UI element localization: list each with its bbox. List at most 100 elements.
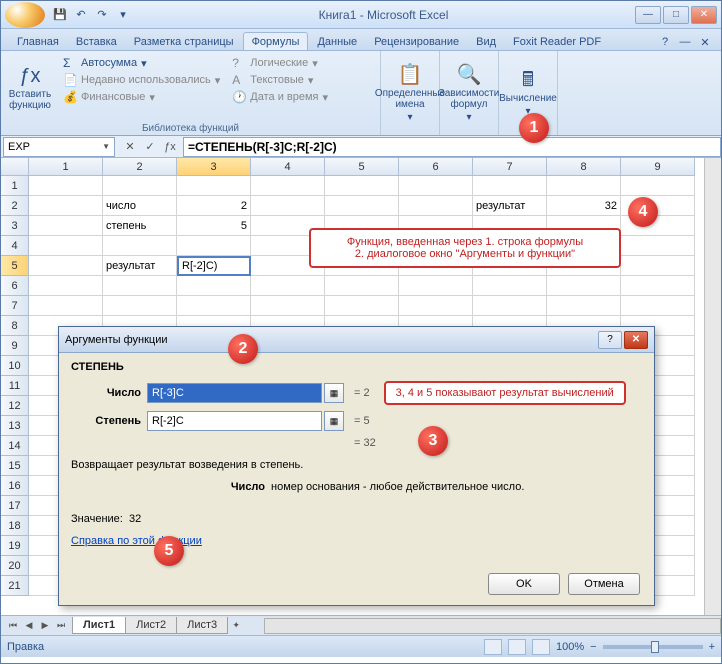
row-header[interactable]: 15 — [1, 456, 29, 476]
col-header[interactable]: 8 — [547, 158, 621, 176]
zoom-out-icon[interactable]: − — [590, 641, 596, 653]
col-header[interactable]: 4 — [251, 158, 325, 176]
cell[interactable] — [103, 236, 177, 256]
close-button[interactable]: ✕ — [691, 6, 717, 24]
cell[interactable] — [621, 176, 695, 196]
row-header[interactable]: 21 — [1, 576, 29, 596]
tab-foxit[interactable]: Foxit Reader PDF — [505, 33, 609, 50]
cell[interactable] — [103, 176, 177, 196]
prev-sheet-icon[interactable]: ◀ — [21, 618, 37, 634]
row-header[interactable]: 14 — [1, 436, 29, 456]
cell[interactable] — [325, 196, 399, 216]
row-header[interactable]: 11 — [1, 376, 29, 396]
cell[interactable] — [177, 236, 251, 256]
col-header[interactable]: 5 — [325, 158, 399, 176]
cell[interactable] — [399, 276, 473, 296]
qat-dropdown-icon[interactable]: ▾ — [114, 6, 132, 24]
cell[interactable]: результат — [103, 256, 177, 276]
cell[interactable] — [29, 196, 103, 216]
enter-edit-icon[interactable]: ✓ — [141, 138, 159, 156]
cell[interactable] — [399, 296, 473, 316]
page-layout-view-icon[interactable] — [508, 639, 526, 655]
name-box[interactable]: EXP▼ — [3, 137, 115, 157]
cell[interactable] — [29, 176, 103, 196]
dialog-help-button[interactable]: ? — [598, 331, 622, 349]
col-header[interactable]: 3 — [177, 158, 251, 176]
save-icon[interactable]: 💾 — [51, 6, 69, 24]
cell[interactable] — [547, 176, 621, 196]
normal-view-icon[interactable] — [484, 639, 502, 655]
cell[interactable] — [29, 296, 103, 316]
undo-icon[interactable]: ↶ — [72, 6, 90, 24]
cell[interactable]: 2 — [177, 196, 251, 216]
cancel-edit-icon[interactable]: ✕ — [121, 138, 139, 156]
cell[interactable] — [473, 176, 547, 196]
logical-button[interactable]: ?Логические ▾ — [228, 55, 332, 71]
cell[interactable] — [103, 276, 177, 296]
col-header[interactable]: 2 — [103, 158, 177, 176]
cell[interactable] — [251, 276, 325, 296]
vertical-scrollbar[interactable] — [704, 158, 721, 615]
cell[interactable]: результат — [473, 196, 547, 216]
col-header[interactable]: 9 — [621, 158, 695, 176]
row-header[interactable]: 2 — [1, 196, 29, 216]
name-box-dropdown-icon[interactable]: ▼ — [102, 142, 110, 151]
cell[interactable] — [325, 276, 399, 296]
cell[interactable] — [621, 296, 695, 316]
dialog-titlebar[interactable]: Аргументы функции ? ✕ — [59, 327, 654, 353]
maximize-button[interactable]: □ — [663, 6, 689, 24]
ok-button[interactable]: OK — [488, 573, 560, 595]
cell[interactable] — [399, 176, 473, 196]
range-selector-icon[interactable]: ▦ — [324, 383, 344, 403]
cell[interactable] — [29, 236, 103, 256]
cell[interactable] — [177, 296, 251, 316]
cell[interactable]: число — [103, 196, 177, 216]
row-header[interactable]: 12 — [1, 396, 29, 416]
cell[interactable] — [29, 216, 103, 236]
cell[interactable]: степень — [103, 216, 177, 236]
redo-icon[interactable]: ↷ — [93, 6, 111, 24]
financial-button[interactable]: 💰Финансовые ▾ — [59, 89, 224, 105]
range-selector-icon[interactable]: ▦ — [324, 411, 344, 431]
office-button[interactable] — [5, 2, 45, 28]
cell[interactable] — [473, 296, 547, 316]
tab-review[interactable]: Рецензирование — [366, 33, 467, 50]
row-header[interactable]: 7 — [1, 296, 29, 316]
sheet-tab[interactable]: Лист1 — [72, 617, 126, 634]
new-sheet-icon[interactable]: ✦ — [228, 618, 244, 634]
tab-home[interactable]: Главная — [9, 33, 67, 50]
arg-input-number[interactable]: R[-3]C — [147, 383, 322, 403]
cancel-button[interactable]: Отмена — [568, 573, 640, 595]
row-header[interactable]: 1 — [1, 176, 29, 196]
cell[interactable] — [177, 176, 251, 196]
row-header[interactable]: 4 — [1, 236, 29, 256]
tab-view[interactable]: Вид — [468, 33, 504, 50]
cell[interactable] — [29, 276, 103, 296]
cell[interactable] — [251, 196, 325, 216]
defined-names-button[interactable]: 📋Определенные имена ▾ — [385, 53, 435, 133]
text-button[interactable]: AТекстовые ▾ — [228, 72, 332, 88]
cell[interactable]: 32 — [547, 196, 621, 216]
zoom-level[interactable]: 100% — [556, 641, 584, 653]
row-header[interactable]: 13 — [1, 416, 29, 436]
cell[interactable] — [29, 256, 103, 276]
cell[interactable]: R[-2]C) — [177, 256, 251, 276]
select-all-corner[interactable] — [1, 158, 29, 176]
row-header[interactable]: 19 — [1, 536, 29, 556]
cell[interactable] — [103, 296, 177, 316]
formula-input[interactable]: =СТЕПЕНЬ(R[-3]C;R[-2]C) — [183, 137, 721, 157]
help-icon[interactable]: ? — [657, 34, 673, 50]
cell[interactable] — [325, 296, 399, 316]
sheet-tab[interactable]: Лист2 — [125, 617, 177, 634]
row-header[interactable]: 16 — [1, 476, 29, 496]
autosum-button[interactable]: ΣАвтосумма ▾ — [59, 55, 224, 71]
cell[interactable] — [547, 276, 621, 296]
cell[interactable] — [325, 176, 399, 196]
doc-close-icon[interactable]: ✕ — [697, 34, 713, 50]
col-header[interactable]: 7 — [473, 158, 547, 176]
cell[interactable] — [251, 176, 325, 196]
datetime-button[interactable]: 🕐Дата и время ▾ — [228, 89, 332, 105]
row-header[interactable]: 9 — [1, 336, 29, 356]
col-header[interactable]: 1 — [29, 158, 103, 176]
zoom-in-icon[interactable]: + — [709, 641, 715, 653]
